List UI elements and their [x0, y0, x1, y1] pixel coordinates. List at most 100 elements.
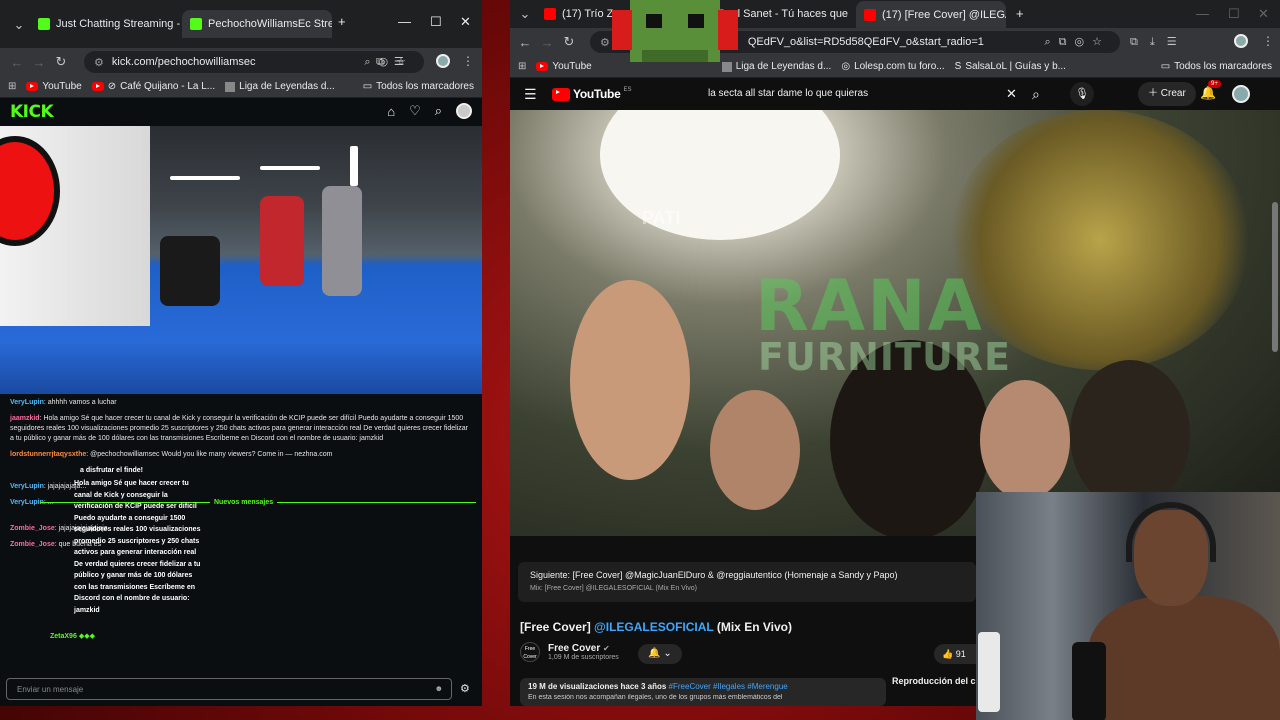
frog-eye-right	[688, 14, 704, 28]
address-bar[interactable]: ⚙ kick.com/pechochowilliamsec ⌕◎☆	[84, 51, 424, 73]
gift-icon[interactable]: ⌂	[387, 104, 395, 119]
tab-pechocho[interactable]: PechochoWilliamsEc Strea 🔊 ✕	[182, 10, 332, 38]
heart-icon[interactable]: ♡	[409, 103, 421, 119]
channel-avatar[interactable]: Free Cover	[520, 642, 540, 662]
chat-username[interactable]: VeryLupin	[10, 399, 44, 406]
kick-header: KICK ⌂ ♡ ⌕	[0, 98, 482, 126]
kick-logo[interactable]: KICK	[10, 102, 54, 122]
site-info-icon[interactable]: ⚙	[600, 36, 610, 49]
star-icon[interactable]: ⌕⧉◎☆	[1045, 35, 1110, 49]
profile-avatar[interactable]	[1234, 34, 1248, 48]
tab-label: Just Chatting Streaming - Live	[56, 18, 180, 30]
minimize-icon[interactable]: —	[1196, 6, 1209, 21]
profile-avatar[interactable]	[436, 54, 450, 68]
ceiling-light	[260, 166, 320, 170]
bookmark-all[interactable]: ▭ Todos los marcadores	[1161, 61, 1272, 72]
stream-video[interactable]	[0, 126, 482, 394]
extensions-icon[interactable]: ⧉☰	[376, 55, 414, 69]
frog-eye-left	[646, 14, 662, 28]
bookmark-salsalol[interactable]: S SalsaLoL | Guías y b...	[955, 61, 1066, 72]
frog-headphone-right	[718, 10, 738, 50]
chat-text: : ahhhh vamos a luchar	[43, 399, 117, 406]
forward-icon[interactable]: →	[536, 35, 558, 50]
reload-icon[interactable]: ↻	[50, 54, 72, 70]
bookmark-cafe[interactable]: ⊘ Café Quijano - La L...	[91, 81, 216, 92]
bookmark-label: Café Quijano - La L...	[120, 81, 216, 92]
channel-row: Free Cover Free Cover ✔ 1,09 M de suscri…	[520, 642, 619, 662]
chat-username[interactable]: lordstunnerrjtaqysxthe	[10, 451, 86, 458]
channel-name[interactable]: Free Cover ✔	[548, 643, 619, 654]
chat-input[interactable]: Enviar un mensaje ☻	[6, 678, 452, 700]
extensions-icon[interactable]: ⧉⤓☰	[1130, 35, 1189, 49]
forward-icon[interactable]: →	[28, 55, 50, 70]
clear-search-icon[interactable]: ✕	[1006, 86, 1017, 102]
new-tab-icon[interactable]: +	[1016, 6, 1024, 21]
account-avatar[interactable]	[1232, 85, 1250, 103]
bookmark-liga[interactable]: Liga de Leyendas d...	[225, 81, 335, 92]
url-text: kick.com/pechochowilliamsec	[111, 56, 256, 68]
like-count: 91	[955, 649, 966, 659]
search-icon[interactable]: ⌕	[435, 103, 442, 119]
tab-search-icon[interactable]: ⌄	[8, 17, 30, 33]
chat-username[interactable]: jaamzkid	[10, 415, 40, 422]
back-icon[interactable]: ←	[514, 35, 536, 50]
search-icon[interactable]: ⌕	[1032, 86, 1040, 103]
create-button[interactable]: ＋ Crear	[1138, 82, 1196, 106]
maximize-icon[interactable]: ☐	[1228, 6, 1240, 22]
subscribe-bell-button[interactable]: 🔔 ⌄	[638, 644, 682, 664]
chat-username[interactable]: Zombie_Jose	[10, 541, 55, 548]
youtube-video-player[interactable]: PATI RANA FURNITURE	[510, 110, 1280, 536]
close-window-icon[interactable]: ✕	[460, 14, 471, 30]
chat-username[interactable]: ZetaX96	[50, 633, 77, 640]
tab-label: (17) [Free Cover] @ILEGALESOF	[882, 8, 1006, 21]
user-avatar[interactable]	[456, 103, 472, 119]
tab-search-icon[interactable]: ⌄	[514, 6, 536, 22]
bookmark-lolesp[interactable]: ◎ Lolesp.com tu foro...	[841, 61, 944, 72]
youtube-logo[interactable]: YouTube ES	[552, 87, 631, 101]
pixel-frog-overlay	[612, 0, 738, 62]
hamburger-menu-icon[interactable]: ☰	[524, 86, 537, 103]
ceiling-light	[170, 176, 240, 180]
minimize-icon[interactable]: —	[398, 14, 411, 29]
back-icon[interactable]: ←	[6, 55, 28, 70]
playlist-label[interactable]: Reproducción del ch	[892, 676, 981, 686]
close-window-icon[interactable]: ✕	[1258, 6, 1269, 22]
bookmark-youtube[interactable]: YouTube	[536, 61, 592, 72]
tab-free-cover[interactable]: (17) [Free Cover] @ILEGALESOF ✕	[856, 1, 1006, 28]
verified-icon: ✔	[603, 644, 610, 653]
next-video-mix: Mix: [Free Cover] @ILEGALESOFICIAL (Mix …	[530, 585, 697, 592]
site-info-icon[interactable]: ⚙	[94, 56, 104, 69]
description-box[interactable]: 19 M de visualizaciones hace 3 años #Fre…	[520, 678, 886, 706]
menu-icon[interactable]: ⋮	[1262, 34, 1274, 48]
bookmark-youtube[interactable]: YouTube	[26, 81, 82, 92]
apps-icon[interactable]: ⊞	[518, 61, 526, 72]
bookmark-liga[interactable]: Liga de Leyendas d...	[721, 61, 831, 72]
chat-username[interactable]: Zombie_Jose	[10, 525, 55, 532]
scrollbar[interactable]	[1272, 202, 1278, 352]
hashtags[interactable]: #FreeCover #Ilegales #Merengue	[669, 682, 788, 691]
chat-settings-gear-icon[interactable]: ⚙	[460, 682, 470, 695]
chat-username[interactable]: VeryLupin	[10, 499, 44, 506]
tab-label: PechochoWilliamsEc Strea	[208, 18, 332, 30]
menu-icon[interactable]: ⋮	[462, 54, 474, 68]
folder-icon: ▭	[362, 81, 373, 92]
subscriber-count: 1,09 M de suscriptores	[548, 654, 619, 661]
new-messages-label[interactable]: Nuevos mensajes	[210, 498, 278, 508]
chat-text: : Hola amigo Sé que hacer crecer tu cana…	[10, 415, 468, 442]
title-channel-link[interactable]: @ILEGALESOFICIAL	[594, 620, 713, 634]
chat-text: : @pechochowilliamsec Would you like man…	[86, 451, 333, 458]
tab-just-chatting[interactable]: Just Chatting Streaming - Live ✕	[30, 12, 180, 36]
crowd-face	[980, 380, 1070, 500]
maximize-icon[interactable]: ☐	[430, 14, 442, 30]
search-input[interactable]: la secta all star dame lo que quieras	[696, 82, 1026, 106]
emoji-icon[interactable]: ☻	[435, 684, 443, 693]
chat-username[interactable]: VeryLupin	[10, 483, 44, 490]
new-tab-icon[interactable]: +	[338, 14, 346, 29]
apps-icon[interactable]: ⊞	[8, 81, 16, 92]
youtube-header: ☰ YouTube ES la secta all star dame lo q…	[510, 78, 1280, 110]
next-video-box[interactable]: Siguiente: [Free Cover] @MagicJuanElDuro…	[518, 562, 976, 602]
voice-search-icon[interactable]: 🎙	[1070, 82, 1094, 106]
bell-icon: 🔔	[648, 648, 661, 659]
reload-icon[interactable]: ↻	[558, 34, 580, 50]
bookmark-all[interactable]: ▭ Todos los marcadores	[363, 81, 474, 92]
